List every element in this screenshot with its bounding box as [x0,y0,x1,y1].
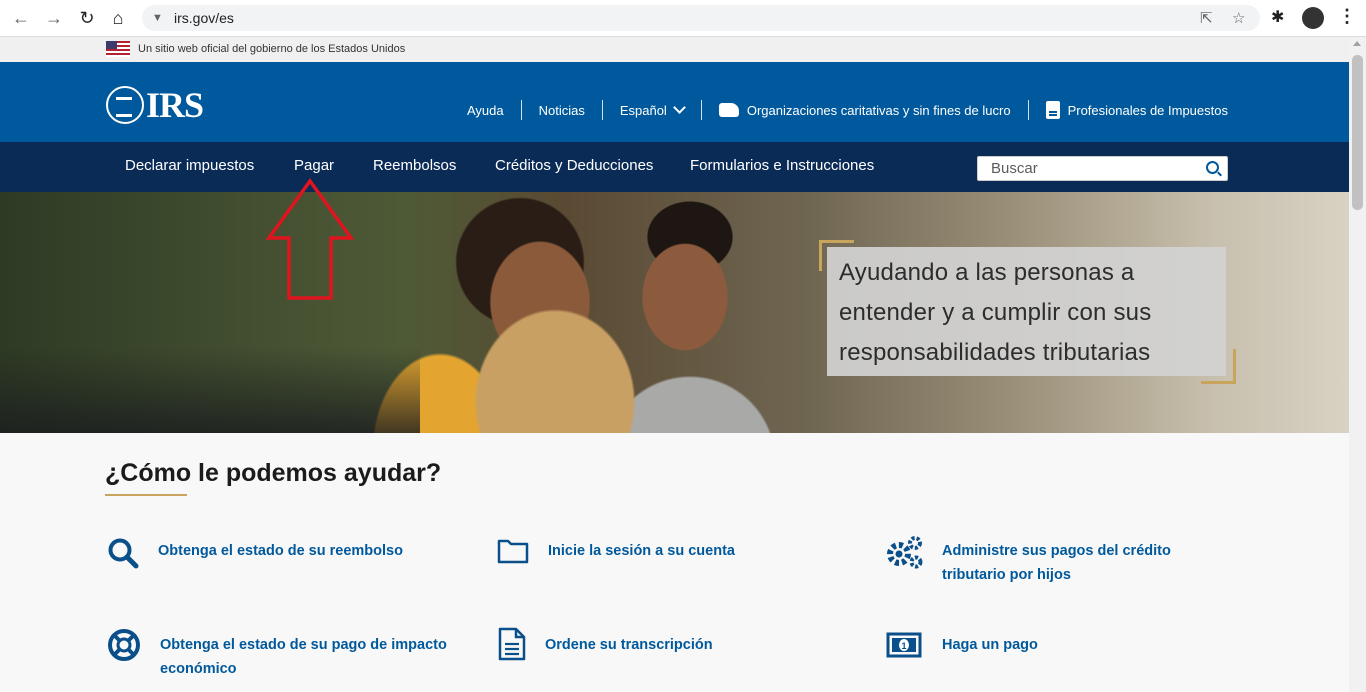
handshake-icon [718,103,739,117]
tile-label: Obtenga el estado de su reembolso [158,543,403,559]
money-icon: 1 [886,632,922,658]
menu-icon[interactable]: ⋮ [1338,6,1356,27]
folder-icon [497,539,529,564]
irs-logo[interactable]: IRS [106,84,204,126]
scroll-thumb[interactable] [1352,55,1363,210]
home-icon[interactable]: ⌂ [106,6,130,30]
eagle-icon [106,86,144,124]
search-icon [108,538,139,569]
charities-label: Organizaciones caritativas y sin fines d… [746,102,1011,118]
hero-caption-box: Ayudando a las personas a entender y a c… [827,247,1226,376]
site-info-icon[interactable]: ▼ [152,12,163,24]
star-icon[interactable]: ☆ [1232,9,1245,27]
gov-banner: Un sitio web oficial del gobierno de los… [0,37,1349,62]
tile-transcript[interactable]: Ordene su transcripción [545,633,845,657]
hero-image: Ayudando a las personas a entender y a c… [0,192,1349,433]
search-placeholder: Buscar [991,160,1038,177]
nav-pagar[interactable]: Pagar [294,157,334,174]
link-charities[interactable]: Organizaciones caritativas y sin fines d… [702,103,1028,118]
tax-pros-label: Profesionales de Impuestos [1067,102,1228,118]
hero-caption: Ayudando a las personas a entender y a c… [839,259,1152,366]
nav-formularios[interactable]: Formularios e Instrucciones [690,157,874,174]
hero-shadow [0,347,420,433]
svg-text:1: 1 [901,641,906,651]
tile-eip-status[interactable]: Obtenga el estado de su pago de impacto … [160,633,460,681]
title-underline [105,494,187,496]
tile-refund-status[interactable]: Obtenga el estado de su reembolso [158,539,458,563]
scroll-up-arrow-icon[interactable] [1353,41,1361,46]
tile-label: Ordene su transcripción [545,637,713,653]
nav-declarar[interactable]: Declarar impuestos [125,157,254,174]
share-icon[interactable]: ⇱ [1200,9,1213,27]
language-dropdown[interactable]: Español [603,101,701,118]
logo-text: IRS [146,85,204,125]
gov-banner-text: Un sitio web oficial del gobierno de los… [138,43,406,55]
link-noticias[interactable]: Noticias [522,103,602,118]
forward-arrow-icon[interactable]: → [42,6,66,30]
nav-reembolsos[interactable]: Reembolsos [373,157,456,174]
url-text: irs.gov/es [174,10,234,26]
language-label: Español [619,102,667,118]
chevron-down-icon [672,101,686,114]
reload-icon[interactable]: ↻ [75,6,99,30]
tile-child-tax-credit[interactable]: Administre sus pagos del crédito tributa… [942,539,1202,587]
tile-label: Haga un pago [942,637,1038,653]
nav-creditos[interactable]: Créditos y Deducciones [495,157,653,174]
search-icon[interactable] [1206,161,1219,174]
document-icon [498,627,526,661]
briefcase-icon [1045,101,1060,119]
utility-nav: Ayuda Noticias Español Organizaciones ca… [450,100,1228,120]
tile-label: Administre sus pagos del crédito tributa… [942,543,1171,583]
address-bar[interactable]: ▼ irs.gov/es ⇱ ☆ [142,5,1260,31]
link-ayuda[interactable]: Ayuda [450,103,521,118]
tile-make-payment[interactable]: Haga un pago [942,633,1202,657]
help-title: ¿Cómo le podemos ayudar? [105,459,442,487]
profile-avatar[interactable] [1302,7,1324,29]
tile-label: Inicie la sesión a su cuenta [548,543,735,559]
browser-toolbar: ← → ↻ ⌂ ▼ irs.gov/es ⇱ ☆ ✱ ⋮ [0,0,1366,37]
extensions-icon[interactable]: ✱ [1271,7,1284,27]
hero-frame-corner [1201,349,1236,384]
help-section: ¿Cómo le podemos ayudar? Obtenga el esta… [0,433,1349,692]
back-arrow-icon[interactable]: ← [9,6,33,30]
tile-label: Obtenga el estado de su pago de impacto … [160,637,447,677]
tile-account-login[interactable]: Inicie la sesión a su cuenta [548,539,848,563]
red-arrow-annotation [265,178,355,300]
gears-icon [887,536,923,569]
link-tax-pros[interactable]: Profesionales de Impuestos [1029,101,1228,119]
life-ring-icon [108,629,140,661]
us-flag-icon [106,41,130,57]
page-scrollbar[interactable] [1349,37,1366,692]
main-nav: Declarar impuestos Pagar Reembolsos Créd… [0,142,1349,192]
site-header: IRS Ayuda Noticias Español Organizacione… [0,62,1349,142]
search-input[interactable]: Buscar [977,156,1228,181]
